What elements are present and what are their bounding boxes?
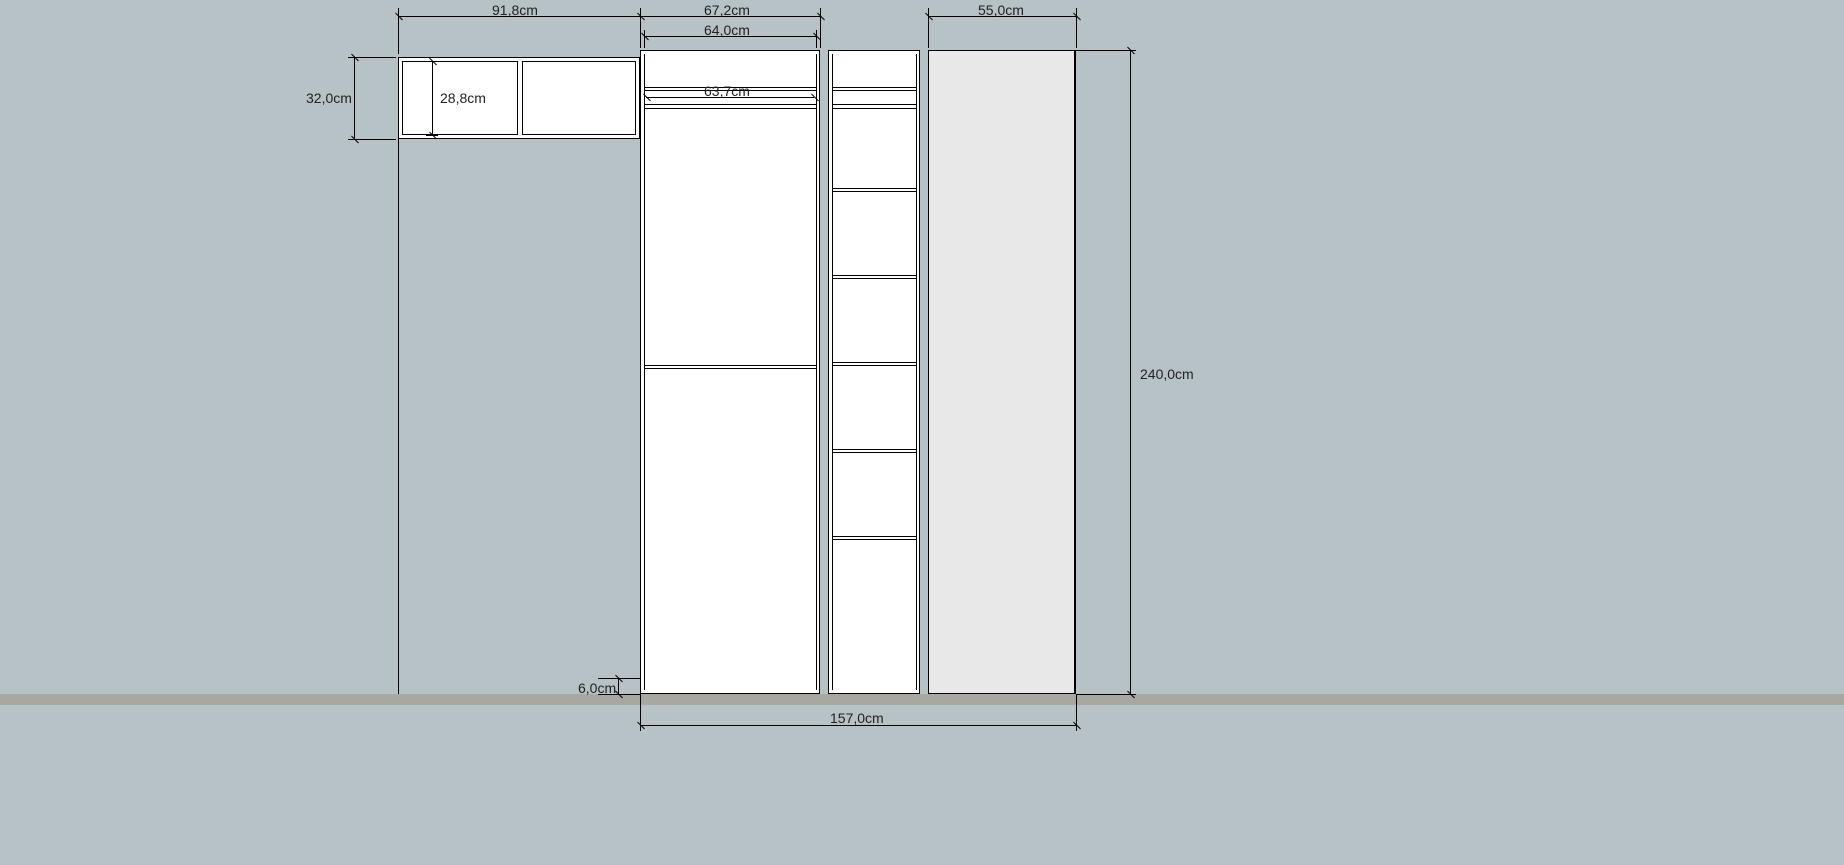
dim-288: 28,8cm xyxy=(440,90,486,106)
rod-line xyxy=(644,104,816,105)
dim-550: 55,0cm xyxy=(978,2,1024,18)
dim-ext xyxy=(1076,50,1136,51)
shelf xyxy=(832,536,916,537)
shelf xyxy=(832,188,916,189)
dim-ext xyxy=(816,30,817,48)
shelf xyxy=(832,452,916,453)
dim-ext xyxy=(1076,694,1136,695)
shelf xyxy=(832,104,916,105)
wardrobe-left-frame xyxy=(640,50,820,694)
dim-line xyxy=(1130,50,1131,694)
shelf xyxy=(832,365,916,366)
dim-1570: 157,0cm xyxy=(830,710,884,726)
shelf xyxy=(832,90,916,91)
dim-320: 32,0cm xyxy=(306,90,352,106)
rod-line xyxy=(644,108,816,109)
drawing-canvas: 91,8cm 67,2cm 64,0cm 55,0cm 63,7cm 32,0c… xyxy=(0,0,1844,865)
frame-inner-right xyxy=(816,54,817,690)
shelf-line xyxy=(644,365,816,366)
dim-640: 64,0cm xyxy=(704,22,750,38)
frame-inner-left xyxy=(644,54,645,690)
shelf xyxy=(832,275,916,276)
shelf-inner-left xyxy=(832,54,833,690)
dim-672: 67,2cm xyxy=(704,2,750,18)
dim-line xyxy=(618,678,619,694)
dim-ext xyxy=(398,139,399,694)
dim-line xyxy=(354,57,355,139)
right-panel xyxy=(928,50,1076,694)
dim-line xyxy=(432,61,433,135)
dim-2400: 240,0cm xyxy=(1140,366,1194,382)
top-box-right xyxy=(522,61,636,135)
shelf-column-frame xyxy=(828,50,920,694)
shelf-line xyxy=(644,368,816,369)
right-panel-edge xyxy=(1074,50,1076,694)
dim-ext xyxy=(644,30,645,48)
shelf xyxy=(832,539,916,540)
shelf xyxy=(832,362,916,363)
floor xyxy=(0,694,1844,705)
shelf-inner-right xyxy=(916,54,917,690)
shelf xyxy=(832,191,916,192)
shelf xyxy=(832,108,916,109)
shelf xyxy=(832,278,916,279)
dim-637: 63,7cm xyxy=(704,83,750,99)
dim-918: 91,8cm xyxy=(492,2,538,18)
shelf xyxy=(832,449,916,450)
dim-60: 6,0cm xyxy=(578,680,616,696)
shelf xyxy=(832,87,916,88)
